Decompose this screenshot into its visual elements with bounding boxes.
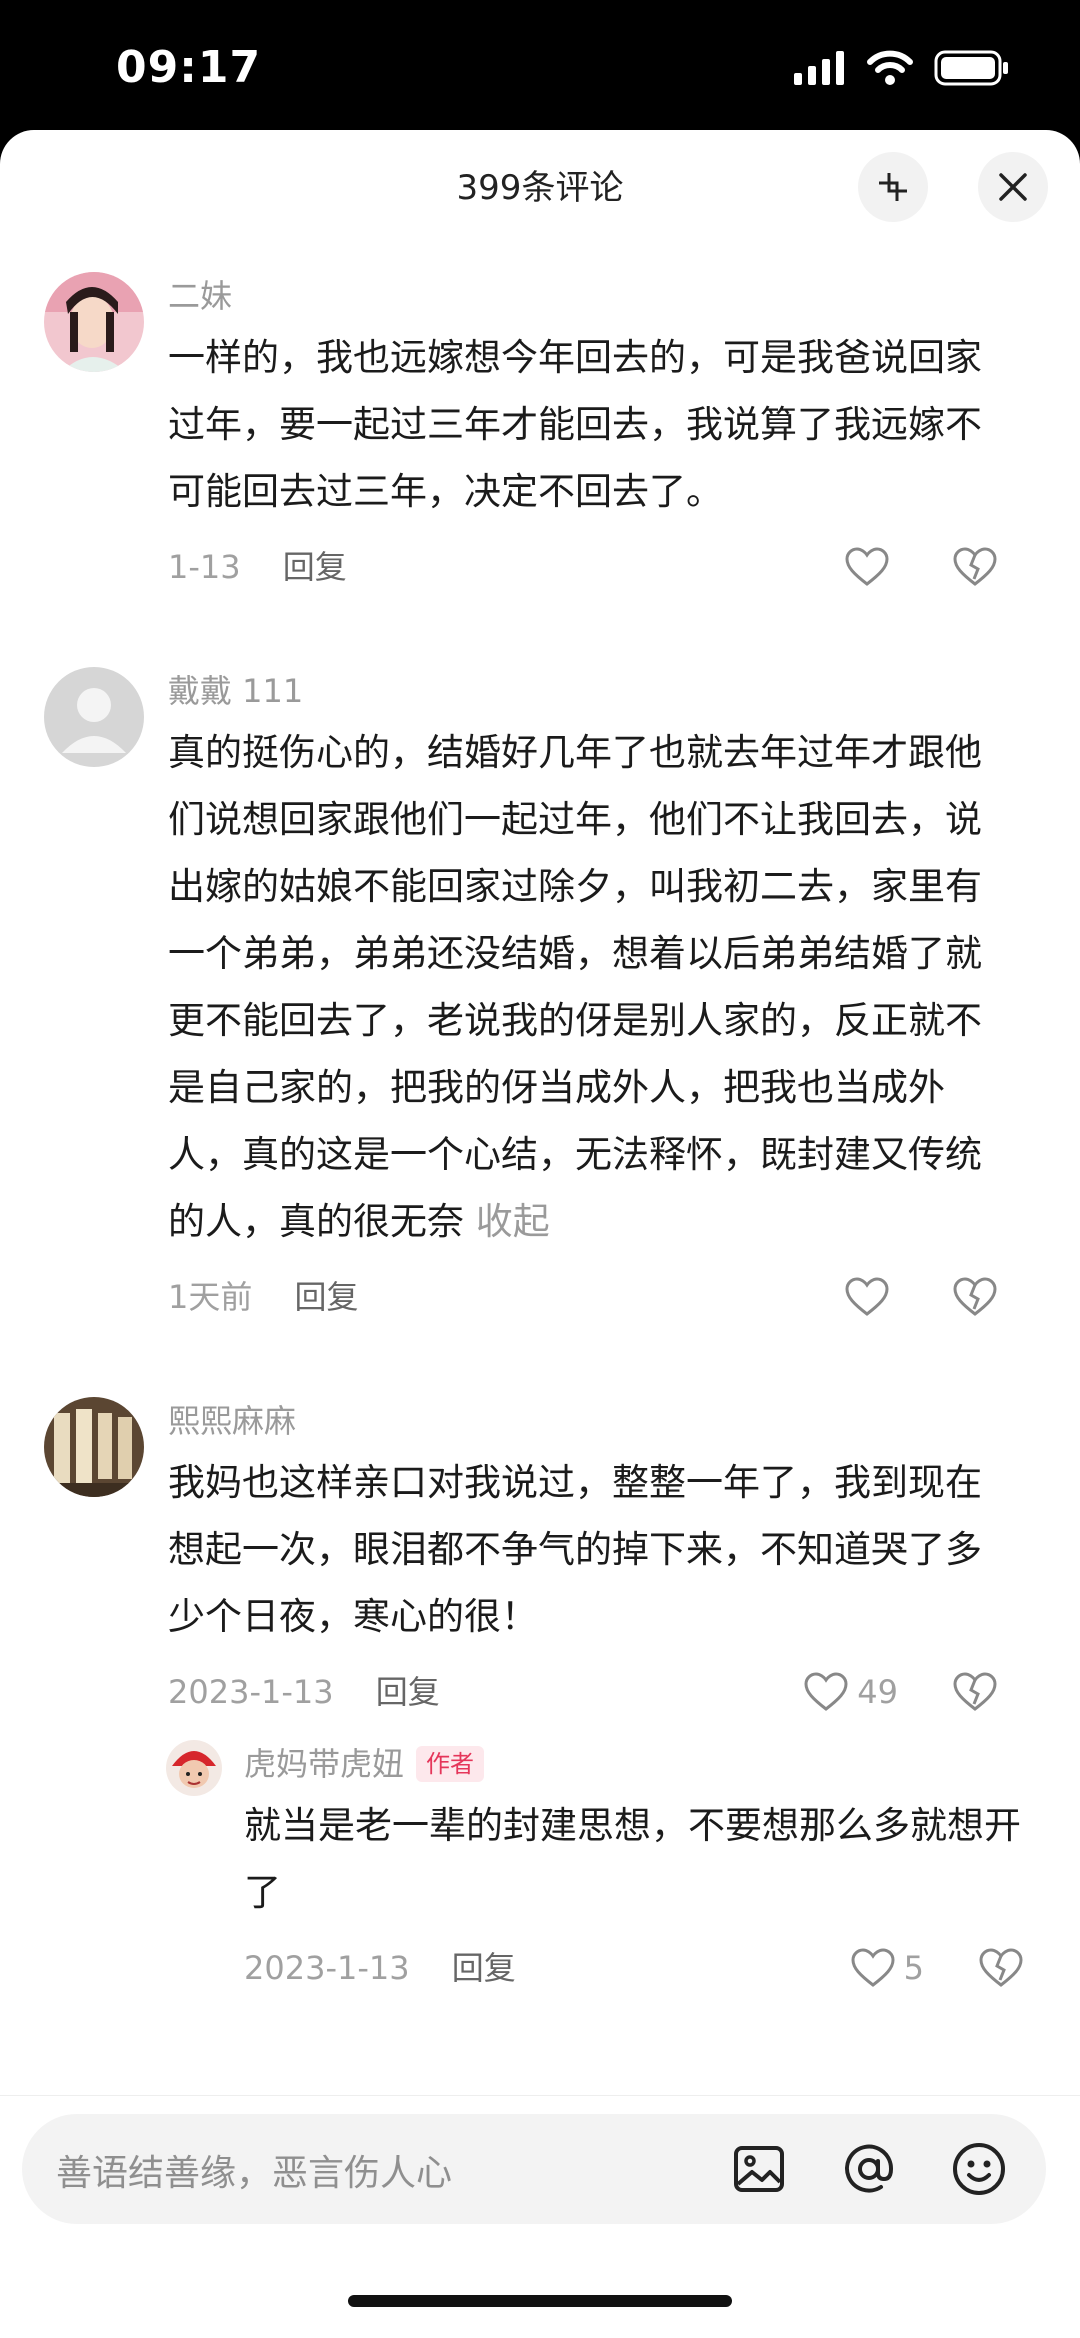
comment-meta: 1天前 回复 bbox=[168, 1265, 1008, 1329]
comment-meta: 2023-1-13 回复 49 bbox=[168, 1660, 1008, 1724]
like-count: 5 bbox=[903, 1949, 924, 1987]
comment-item: 二妹 一样的，我也远嫁想今年回去的，可是我爸说回家过年，要一起过三年才能回去，我… bbox=[0, 272, 1080, 599]
emoji-button[interactable] bbox=[948, 2138, 1010, 2200]
image-button[interactable] bbox=[728, 2138, 790, 2200]
comment-text: 一样的，我也远嫁想今年回去的，可是我爸说回家过年，要一起过三年才能回去，我说算了… bbox=[168, 336, 982, 513]
wifi-icon bbox=[867, 50, 913, 85]
username[interactable]: 熙熙麻麻 bbox=[168, 1397, 1008, 1445]
smiley-icon bbox=[953, 2143, 1005, 2195]
avatar[interactable] bbox=[44, 272, 144, 372]
comment-text: 我妈也这样亲口对我说过，整整一年了，我到现在想起一次，眼泪都不争气的掉下来，不知… bbox=[168, 1461, 982, 1638]
collapse-button[interactable] bbox=[858, 152, 928, 222]
collapse-link[interactable]: 收起 bbox=[476, 1200, 550, 1243]
comment-date: 1-13 bbox=[168, 548, 241, 586]
home-indicator[interactable] bbox=[348, 2295, 732, 2307]
broken-heart-icon bbox=[979, 1948, 1023, 1987]
comment-text: 就当是老一辈的封建思想，不要想那么多就想开了 bbox=[244, 1804, 1021, 1914]
comment-item: 戴戴 111 真的挺伤心的，结婚好几年了也就去年过年才跟他们说想回家跟他们一起过… bbox=[0, 667, 1080, 1329]
reply-item: 虎妈带虎妞 作者 就当是老一辈的封建思想，不要想那么多就想开了 2023-1-1… bbox=[0, 1740, 1080, 2000]
dislike-button[interactable] bbox=[952, 535, 998, 599]
at-icon bbox=[845, 2144, 894, 2193]
heart-icon bbox=[804, 1672, 848, 1711]
dislike-button[interactable] bbox=[952, 1265, 998, 1329]
like-button[interactable] bbox=[844, 535, 898, 599]
input-placeholder: 善语结善缘，恶言伤人心 bbox=[56, 2153, 453, 2194]
status-icons bbox=[794, 50, 1010, 86]
close-button[interactable] bbox=[978, 152, 1048, 222]
reply-button[interactable]: 回复 bbox=[376, 1660, 440, 1724]
broken-heart-icon bbox=[953, 1672, 997, 1711]
comment-date: 1天前 bbox=[168, 1278, 253, 1316]
comment-input[interactable]: 善语结善缘，恶言伤人心 bbox=[22, 2114, 1046, 2224]
avatar[interactable] bbox=[166, 1740, 222, 1796]
username[interactable]: 二妹 bbox=[168, 272, 1008, 320]
heart-icon bbox=[851, 1948, 895, 1987]
status-time: 09:17 bbox=[116, 42, 262, 93]
battery-icon bbox=[934, 50, 1008, 86]
comment-text: 真的挺伤心的，结婚好几年了也就去年过年才跟他们说想回家跟他们一起过年，他们不让我… bbox=[168, 731, 982, 1243]
dislike-button[interactable] bbox=[978, 1936, 1024, 2000]
like-button[interactable]: 5 bbox=[850, 1936, 924, 2000]
reply-button[interactable]: 回复 bbox=[283, 535, 347, 599]
broken-heart-icon bbox=[953, 1277, 997, 1316]
dislike-button[interactable] bbox=[952, 1660, 998, 1724]
comment-meta: 2023-1-13 回复 5 bbox=[244, 1936, 1024, 2000]
like-button[interactable]: 49 bbox=[803, 1660, 898, 1724]
sheet-header: 399条评论 bbox=[0, 130, 1080, 250]
username[interactable]: 戴戴 111 bbox=[168, 667, 1008, 715]
image-icon bbox=[734, 2146, 784, 2192]
username-row: 虎妈带虎妞 作者 bbox=[244, 1740, 1024, 1788]
avatar[interactable] bbox=[44, 1397, 144, 1497]
heart-icon bbox=[845, 547, 889, 586]
comment-date: 2023-1-13 bbox=[168, 1673, 334, 1711]
comment-meta: 1-13 回复 bbox=[168, 535, 1008, 599]
close-icon bbox=[999, 173, 1027, 201]
avatar[interactable] bbox=[44, 667, 144, 767]
username[interactable]: 虎妈带虎妞 bbox=[244, 1740, 404, 1788]
heart-icon bbox=[845, 1277, 889, 1316]
mention-button[interactable] bbox=[838, 2138, 900, 2200]
author-tag: 作者 bbox=[416, 1746, 485, 1782]
reply-button[interactable]: 回复 bbox=[452, 1936, 516, 2000]
comments-sheet: 399条评论 二妹 一样的，我也远嫁想今年回去的，可是我爸说回家过年，要一起过三… bbox=[0, 130, 1080, 2337]
comment-date: 2023-1-13 bbox=[244, 1949, 410, 1987]
reply-button[interactable]: 回复 bbox=[295, 1265, 359, 1329]
minimize-icon bbox=[879, 173, 907, 201]
comment-list[interactable]: 二妹 一样的，我也远嫁想今年回去的，可是我爸说回家过年，要一起过三年才能回去，我… bbox=[0, 270, 1080, 2000]
comment-item: 熙熙麻麻 我妈也这样亲口对我说过，整整一年了，我到现在想起一次，眼泪都不争气的掉… bbox=[0, 1397, 1080, 1724]
broken-heart-icon bbox=[953, 547, 997, 586]
like-count: 49 bbox=[857, 1673, 898, 1711]
signal-icon bbox=[794, 51, 844, 85]
status-bar: 09:17 bbox=[0, 0, 1080, 130]
like-button[interactable] bbox=[844, 1265, 898, 1329]
